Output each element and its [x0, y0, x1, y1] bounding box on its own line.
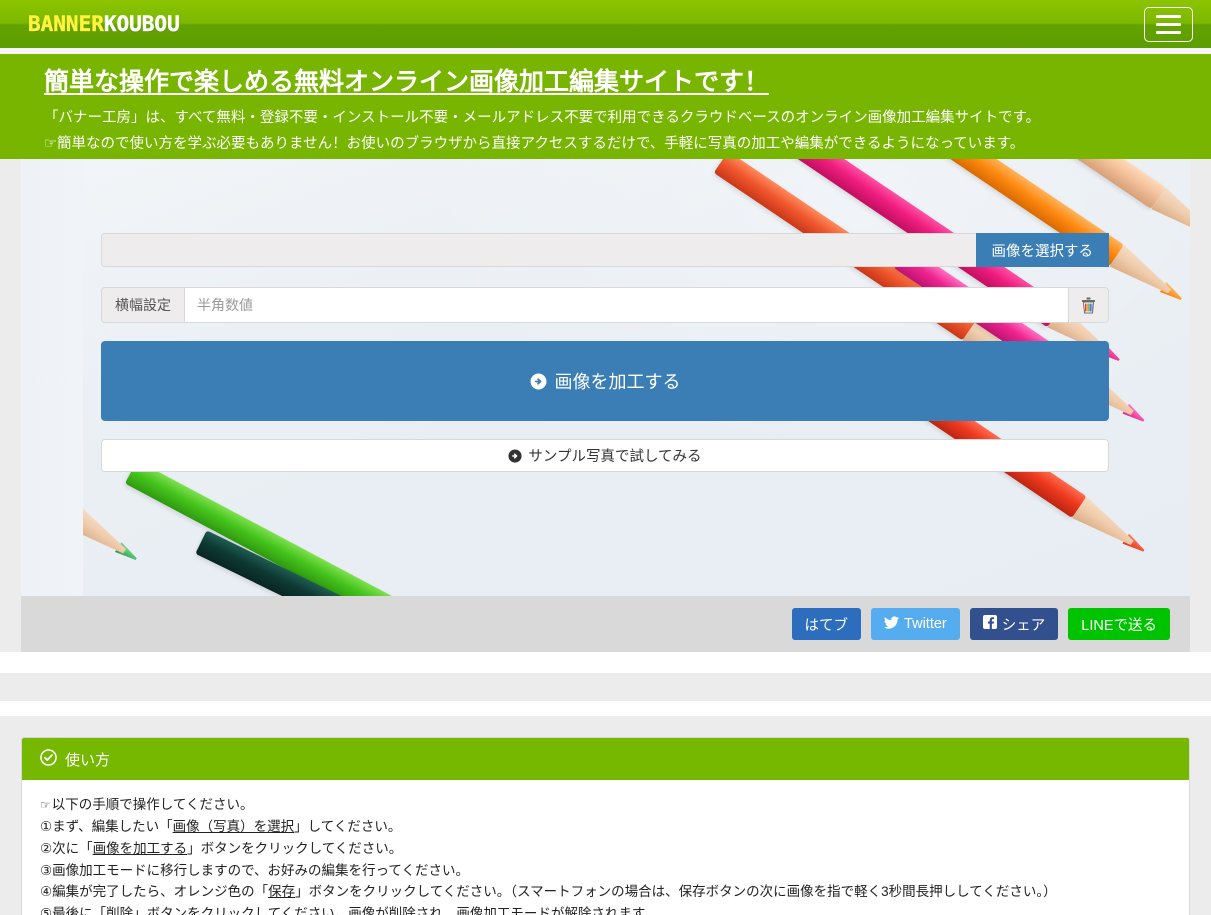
share-twitter-label: Twitter — [904, 616, 947, 632]
width-setting-label: 横幅設定 — [101, 287, 185, 323]
width-input[interactable] — [185, 287, 1068, 323]
delete-button[interactable] — [1068, 287, 1109, 323]
hero-description-line-2: ☞簡単なので使い方を学ぶ必要もありません！お使いのブラウザから直接アクセスするだ… — [0, 133, 1211, 156]
howto-line: ①まず、編集したい「画像（写真）を選択」してください。 — [40, 816, 1171, 838]
howto-panel-body: ☞以下の手順で操作してください。 ①まず、編集したい「画像（写真）を選択」してく… — [22, 780, 1189, 915]
twitter-bird-icon — [884, 615, 900, 633]
howto-line-text: ①まず、編集したい「画像（写真）を選択」してください。 — [40, 818, 402, 834]
facebook-f-icon — [982, 615, 997, 633]
file-name-display[interactable] — [101, 233, 976, 267]
howto-line-text: ②次に「画像を加工する」ボタンをクリックしてください。 — [40, 840, 403, 856]
share-facebook-label: シェア — [1001, 617, 1046, 634]
howto-panel: 使い方 ☞以下の手順で操作してください。 ①まず、編集したい「画像（写真）を選択… — [21, 737, 1190, 915]
try-sample-photo-button[interactable]: サンプル写真で試してみる — [101, 439, 1109, 472]
howto-line-text: ④編集が完了したら、オレンジ色の「保存」ボタンをクリックしてください。（スマート… — [40, 884, 1057, 900]
share-line-button[interactable]: LINEで送る — [1068, 608, 1170, 640]
arrow-circle-right-icon — [530, 373, 547, 390]
share-hatena-button[interactable]: はてブ — [791, 608, 862, 640]
pencil-bright-green — [124, 460, 508, 596]
howto-line: ④編集が完了したら、オレンジ色の「保存」ボタンをクリックしてください。（スマート… — [40, 881, 1171, 903]
trash-icon — [1082, 297, 1095, 313]
howto-line-text: 以下の手順で操作してください。 — [51, 797, 254, 812]
share-twitter-button[interactable]: Twitter — [871, 608, 960, 640]
hero-description-line-1: 「バナー工房」は、すべて無料・登録不要・インストール不要・メールアドレス不要で利… — [44, 110, 1041, 127]
site-logo[interactable]: BANNER KOUBOU — [28, 11, 180, 36]
social-share-wrapper: はてブ Twitter シェア LINEで送る — [0, 596, 1211, 652]
howto-line: ☞以下の手順で操作してください。 — [40, 794, 1171, 816]
spacer-band-white-1 — [0, 652, 1211, 673]
page-title: 簡単な操作で楽しめる無料オンライン画像加工編集サイトです！ — [44, 68, 770, 96]
image-upload-form: 画像を選択する 横幅設定 半角数値 画像を加工する サンプル写真で試してみる — [101, 233, 1109, 472]
hamburger-line — [1156, 22, 1181, 26]
howto-panel-title: 使い方 — [65, 751, 111, 769]
hamburger-line — [1156, 14, 1181, 18]
try-sample-photo-button-label: サンプル写真で試してみる — [528, 449, 702, 465]
hero-section: 簡単な操作で楽しめる無料オンライン画像加工編集サイトです！ 「バナー工房」は、す… — [0, 54, 1211, 159]
hand-pointer-icon: ☞ — [44, 135, 57, 152]
hero-description-line-2-text: 簡単なので使い方を学ぶ必要もありません！お使いのブラウザから直接アクセスするだけ… — [57, 135, 1025, 152]
howto-line: ②次に「画像を加工する」ボタンをクリックしてください。 — [40, 838, 1171, 860]
howto-line: ③画像加工モードに移行しますので、お好みの編集を行ってください。 — [40, 860, 1171, 882]
spacer-band-gray-2 — [0, 716, 1211, 737]
howto-line-text: ③画像加工モードに移行しますので、お好みの編集を行ってください。 — [40, 862, 469, 878]
share-facebook-button[interactable]: シェア — [969, 608, 1059, 640]
hand-pointer-icon: ☞ — [40, 798, 51, 812]
howto-panel-header: 使い方 — [22, 738, 1189, 780]
hamburger-line — [1156, 30, 1181, 34]
howto-line-text: ⑤最後に「削除」ボタンをクリックしてください。画像が削除され、画像加工モードが解… — [40, 906, 658, 915]
logo-text-banner: BANNER — [28, 11, 104, 36]
share-hatena-label: はてブ — [804, 617, 849, 634]
width-setting-row: 横幅設定 — [101, 287, 1109, 323]
process-image-button[interactable]: 画像を加工する — [101, 341, 1109, 421]
howto-line: ⑤最後に「削除」ボタンをクリックしてください。画像が削除され、画像加工モードが解… — [40, 903, 1171, 915]
editor-panel-wrapper: 画像を選択する 横幅設定 半角数値 画像を加工する サンプル写真で試してみる — [0, 159, 1211, 596]
arrow-circle-right-icon — [508, 448, 522, 463]
check-circle-icon — [40, 748, 57, 770]
spacer-band-white-2 — [0, 701, 1211, 716]
file-select-row: 画像を選択する — [101, 233, 1109, 267]
spacer-band-gray-1 — [0, 673, 1211, 701]
process-image-button-label: 画像を加工する — [554, 372, 681, 392]
photo-left-fade — [21, 159, 83, 596]
logo-text-koubou: KOUBOU — [103, 11, 180, 36]
editor-panel: 画像を選択する 横幅設定 半角数値 画像を加工する サンプル写真で試してみる — [21, 159, 1190, 596]
top-navigation-bar: BANNER KOUBOU — [0, 0, 1211, 48]
hamburger-menu-icon[interactable] — [1144, 6, 1193, 42]
howto-wrapper: 使い方 ☞以下の手順で操作してください。 ①まず、編集したい「画像（写真）を選択… — [0, 737, 1211, 915]
social-share-bar: はてブ Twitter シェア LINEで送る — [21, 596, 1190, 652]
select-image-button[interactable]: 画像を選択する — [975, 233, 1109, 267]
share-line-label: LINEで送る — [1081, 617, 1157, 634]
